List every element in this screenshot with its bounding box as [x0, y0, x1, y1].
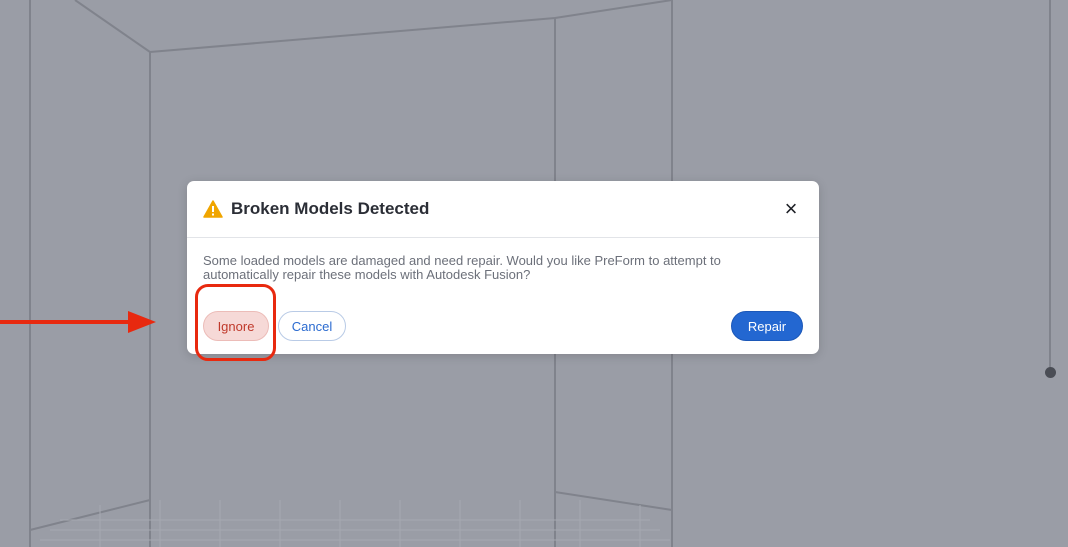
dialog-message: Some loaded models are damaged and need …: [203, 253, 721, 282]
layer-slider-handle[interactable]: [1045, 367, 1056, 378]
repair-button[interactable]: Repair: [731, 311, 803, 341]
cancel-button[interactable]: Cancel: [278, 311, 346, 341]
annotation-arrow: [0, 311, 156, 333]
broken-models-dialog: Broken Models Detected × Some loaded mod…: [187, 181, 819, 354]
dialog-title: Broken Models Detected: [231, 199, 430, 218]
layer-slider-track[interactable]: [1049, 0, 1051, 370]
dialog-header: Broken Models Detected ×: [187, 181, 819, 238]
annotation-highlight-box: [195, 284, 276, 361]
warning-triangle-icon: [203, 200, 223, 218]
close-icon[interactable]: ×: [781, 198, 801, 220]
